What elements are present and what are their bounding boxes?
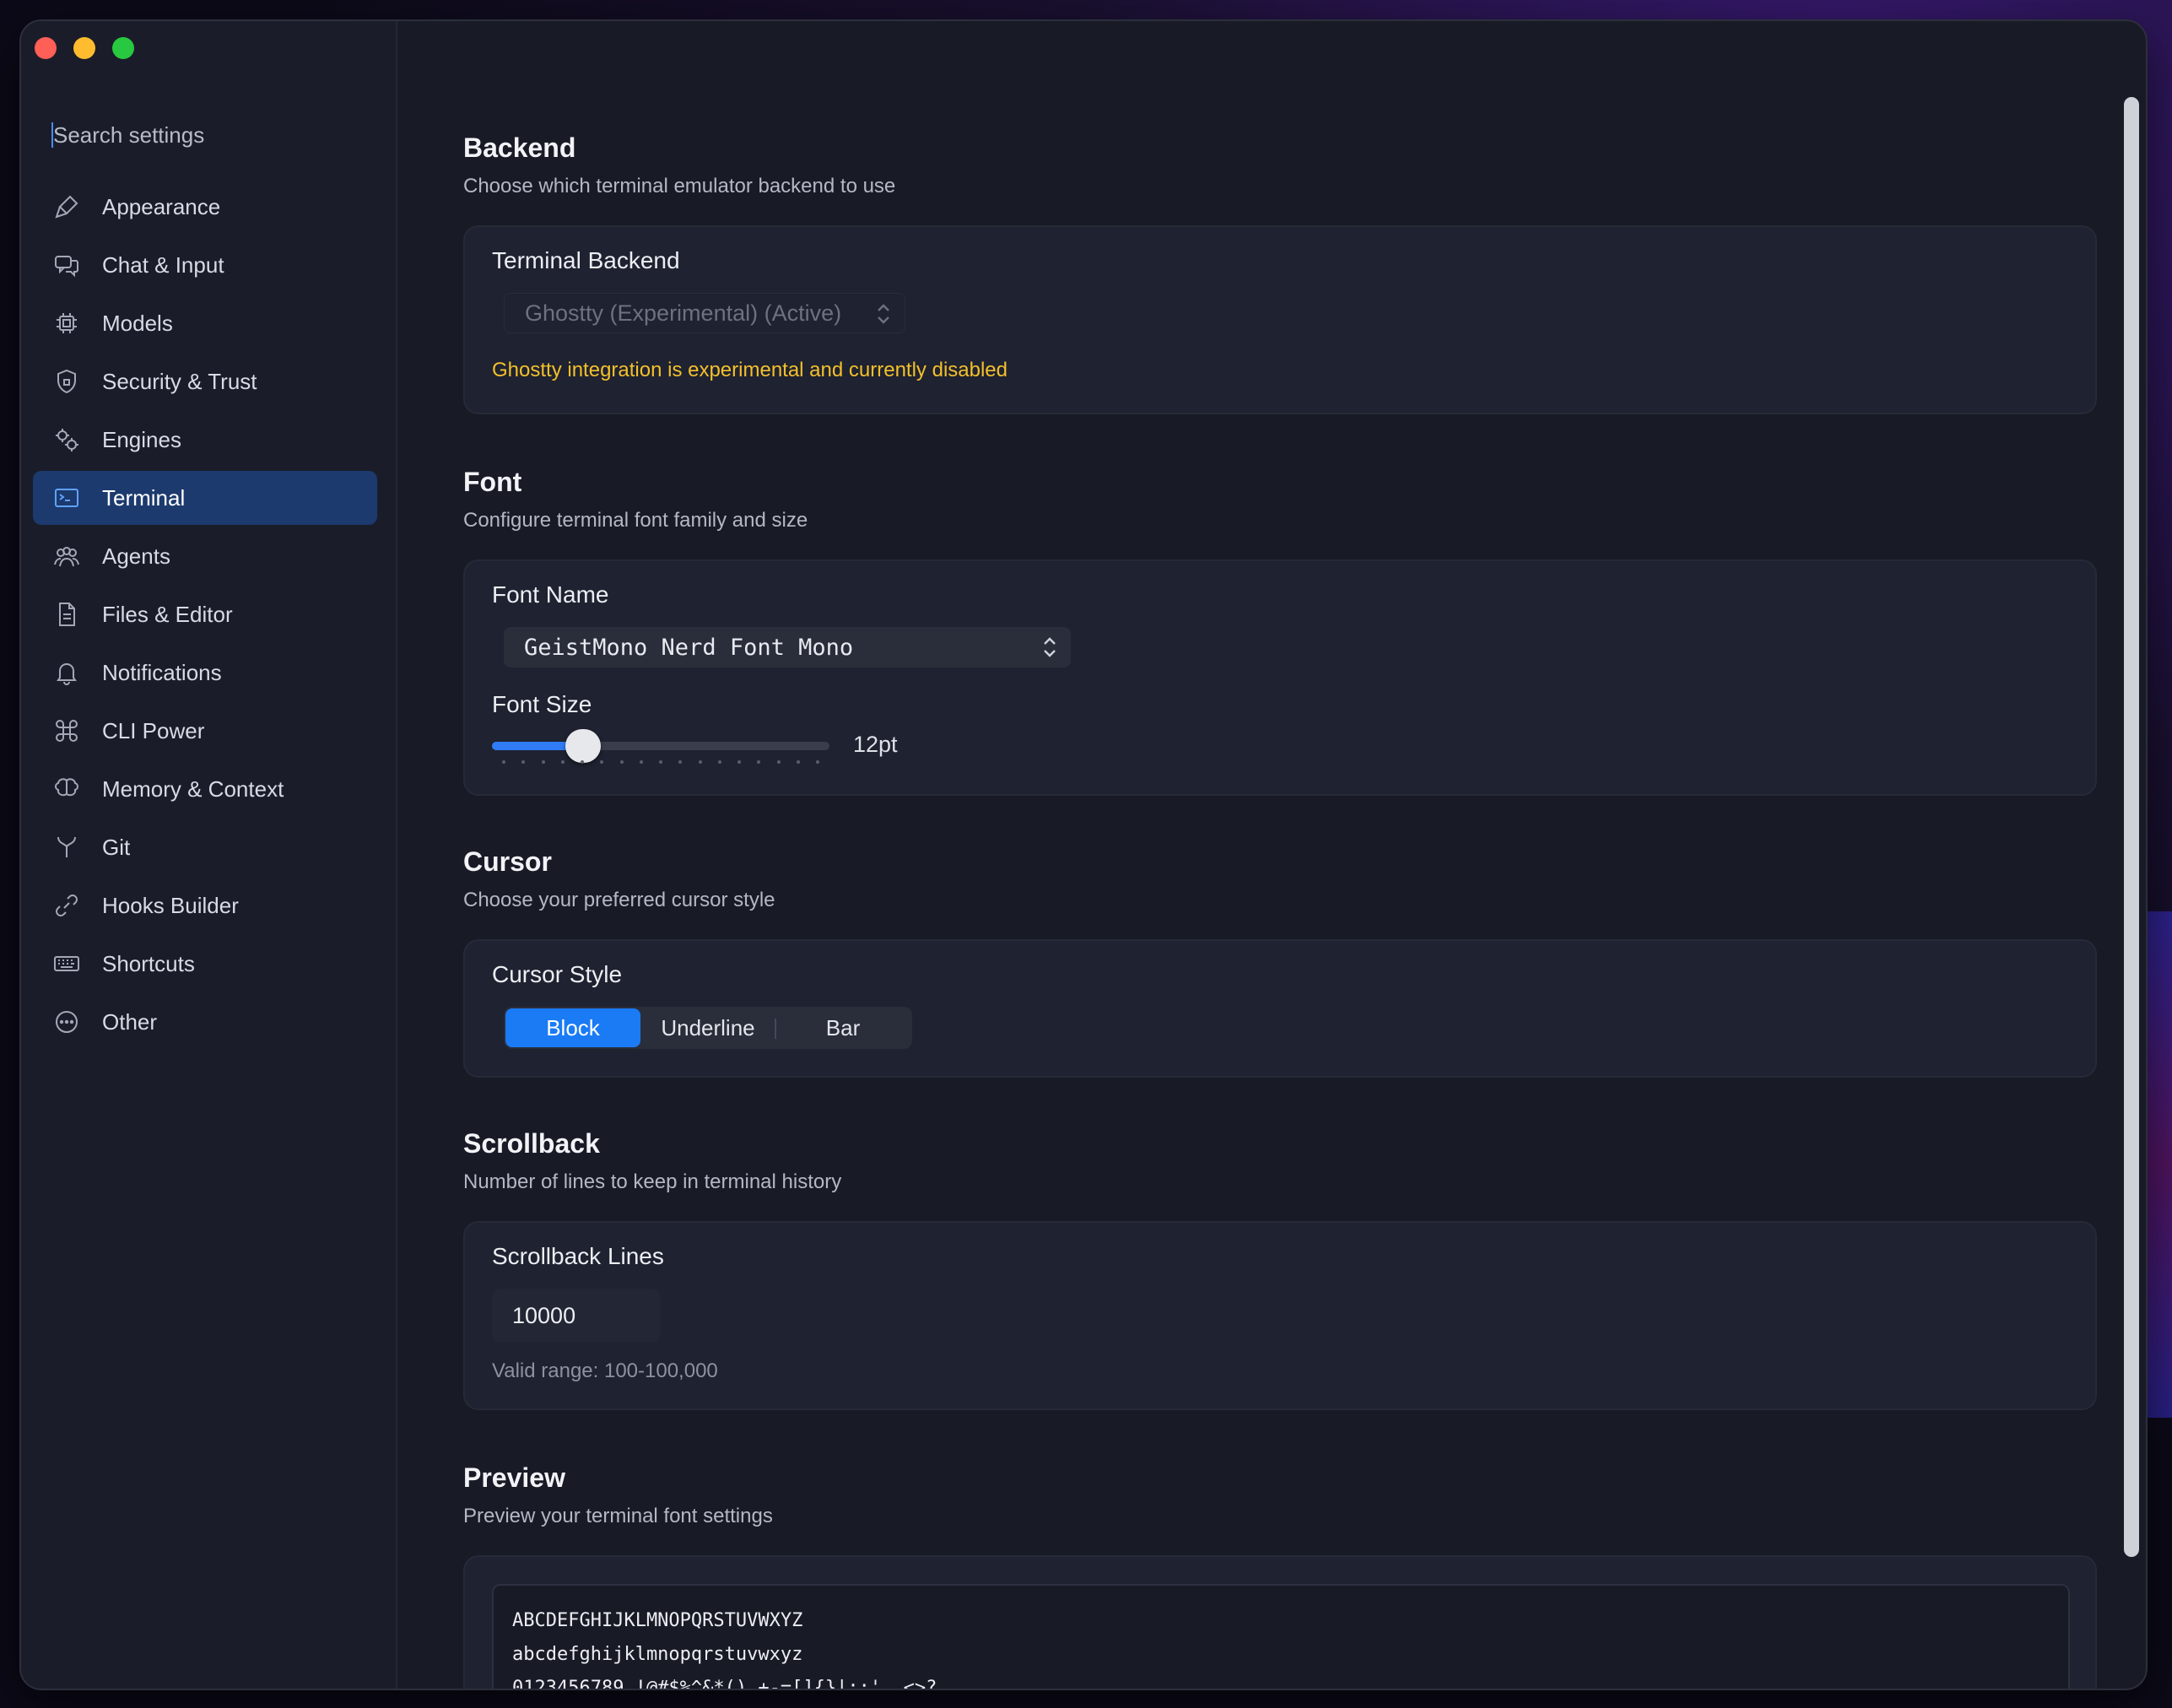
sidebar-item-label: Memory & Context — [102, 776, 284, 802]
sidebar-item-notifications[interactable]: Notifications — [33, 646, 377, 700]
sidebar-item-label: Other — [102, 1008, 158, 1035]
backend-card: Terminal Backend Ghostty (Experimental) … — [463, 225, 2097, 414]
chevron-up-down-icon — [1040, 634, 1059, 661]
cursor-option-underline[interactable]: Underline — [640, 1008, 775, 1047]
sidebar-item-label: Engines — [102, 426, 181, 452]
font-name-value: GeistMono Nerd Font Mono — [524, 634, 854, 661]
shield-icon — [50, 365, 84, 398]
sidebar-item-terminal[interactable]: Terminal — [33, 471, 377, 525]
git-branch-icon — [50, 830, 84, 864]
close-button[interactable] — [35, 37, 57, 59]
bell-icon — [50, 656, 84, 689]
sidebar-item-label: Files & Editor — [102, 601, 233, 627]
sidebar-item-engines[interactable]: Engines — [33, 413, 377, 467]
search-field[interactable] — [51, 114, 389, 156]
settings-content: Backend Choose which terminal emulator b… — [399, 21, 2146, 1689]
backend-warning: Ghostty integration is experimental and … — [492, 359, 1008, 381]
preview-line-symbols: 0123456789 !@#$%^&*()_+-=[]{}|;:',.<>? — [512, 1678, 937, 1689]
sidebar-item-label: Shortcuts — [102, 950, 195, 976]
sidebar-item-appearance[interactable]: Appearance — [33, 180, 377, 234]
sidebar-item-label: Models — [102, 310, 173, 336]
font-preview-box: ABCDEFGHIJKLMNOPQRSTUVWXYZ abcdefghijklm… — [492, 1584, 2070, 1689]
zoom-button[interactable] — [112, 37, 134, 59]
cursor-option-bar[interactable]: Bar — [775, 1008, 910, 1047]
cpu-chip-icon — [50, 306, 84, 340]
sidebar-item-label: Security & Trust — [102, 368, 257, 394]
link-icon — [50, 889, 84, 922]
sidebar-item-chat-input[interactable]: Chat & Input — [33, 238, 377, 292]
sidebar-item-agents[interactable]: Agents — [33, 529, 377, 583]
scrollback-card: Scrollback Lines 10000 Valid range: 100-… — [463, 1221, 2097, 1410]
sidebar-item-models[interactable]: Models — [33, 296, 377, 350]
chat-bubbles-icon — [50, 248, 84, 282]
chevron-up-down-icon — [874, 300, 893, 327]
sidebar-item-files-editor[interactable]: Files & Editor — [33, 587, 377, 641]
keyboard-icon — [50, 947, 84, 981]
ellipsis-circle-icon — [50, 1005, 84, 1039]
command-key-icon — [50, 714, 84, 748]
sidebar-item-label: Agents — [102, 543, 170, 569]
sidebar-item-label: Git — [102, 834, 131, 860]
sidebar-item-shortcuts[interactable]: Shortcuts — [33, 937, 377, 991]
font-size-value: 12pt — [853, 732, 898, 757]
search-input[interactable] — [53, 122, 374, 149]
section-title-scrollback: Scrollback — [463, 1128, 600, 1159]
sidebar-item-memory-context[interactable]: Memory & Context — [33, 762, 377, 816]
sidebar-item-label: Appearance — [102, 193, 221, 219]
minimize-button[interactable] — [73, 37, 95, 59]
preview-line-lowercase: abcdefghijklmnopqrstuvwxyz — [512, 1644, 803, 1665]
sidebar-item-git[interactable]: Git — [33, 820, 377, 874]
scrollback-lines-label: Scrollback Lines — [492, 1243, 664, 1269]
section-title-font: Font — [463, 467, 522, 497]
terminal-backend-label: Terminal Backend — [492, 247, 680, 273]
cursor-card: Cursor Style Block Underline Bar — [463, 939, 2097, 1078]
font-name-select[interactable]: GeistMono Nerd Font Mono — [504, 627, 1071, 668]
section-title-preview: Preview — [463, 1462, 565, 1493]
sidebar-item-hooks-builder[interactable]: Hooks Builder — [33, 878, 377, 932]
font-card: Font Name GeistMono Nerd Font Mono Font … — [463, 559, 2097, 796]
sidebar-item-label: Notifications — [102, 659, 222, 685]
sidebar-item-label: Chat & Input — [102, 251, 224, 278]
scrollback-lines-input[interactable]: 10000 — [492, 1289, 661, 1343]
brush-icon — [50, 190, 84, 224]
people-icon — [50, 539, 84, 573]
font-name-label: Font Name — [492, 581, 609, 608]
sidebar-item-label: Terminal — [102, 484, 186, 511]
section-title-backend: Backend — [463, 132, 576, 163]
terminal-icon — [50, 481, 84, 515]
sidebar-item-other[interactable]: Other — [33, 995, 377, 1049]
font-size-slider[interactable] — [492, 729, 829, 763]
sidebar-item-label: Hooks Builder — [102, 892, 239, 918]
sidebar-item-cli-power[interactable]: CLI Power — [33, 704, 377, 758]
scrollback-valid-range-hint: Valid range: 100-100,000 — [492, 1359, 718, 1382]
content-scrollbar[interactable] — [2124, 97, 2139, 1557]
section-subtitle-backend: Choose which terminal emulator backend t… — [463, 175, 896, 197]
section-subtitle-preview: Preview your terminal font settings — [463, 1505, 773, 1527]
gears-icon — [50, 423, 84, 457]
section-subtitle-scrollback: Number of lines to keep in terminal hist… — [463, 1170, 842, 1193]
cursor-style-segmented-control: Block Underline Bar — [504, 1007, 912, 1049]
window-controls — [35, 37, 134, 59]
font-size-label: Font Size — [492, 691, 592, 717]
section-subtitle-font: Configure terminal font family and size — [463, 509, 808, 532]
section-subtitle-cursor: Choose your preferred cursor style — [463, 889, 775, 911]
sidebar-item-security-trust[interactable]: Security & Trust — [33, 354, 377, 408]
sidebar-item-label: CLI Power — [102, 717, 205, 743]
brain-icon — [50, 772, 84, 806]
preview-card: ABCDEFGHIJKLMNOPQRSTUVWXYZ abcdefghijklm… — [463, 1555, 2097, 1689]
document-icon — [50, 597, 84, 631]
slider-ticks — [502, 760, 819, 764]
terminal-backend-select[interactable]: Ghostty (Experimental) (Active) — [504, 293, 905, 333]
cursor-style-label: Cursor Style — [492, 961, 623, 987]
slider-thumb[interactable] — [565, 729, 601, 763]
preview-line-uppercase: ABCDEFGHIJKLMNOPQRSTUVWXYZ — [512, 1610, 803, 1631]
terminal-backend-value: Ghostty (Experimental) (Active) — [525, 300, 842, 326]
settings-window: Appearance Chat & Input Models Security … — [19, 19, 2148, 1690]
cursor-option-block[interactable]: Block — [505, 1008, 640, 1047]
section-title-cursor: Cursor — [463, 846, 552, 877]
sidebar: Appearance Chat & Input Models Security … — [21, 21, 397, 1689]
sidebar-nav: Appearance Chat & Input Models Security … — [33, 180, 377, 1053]
